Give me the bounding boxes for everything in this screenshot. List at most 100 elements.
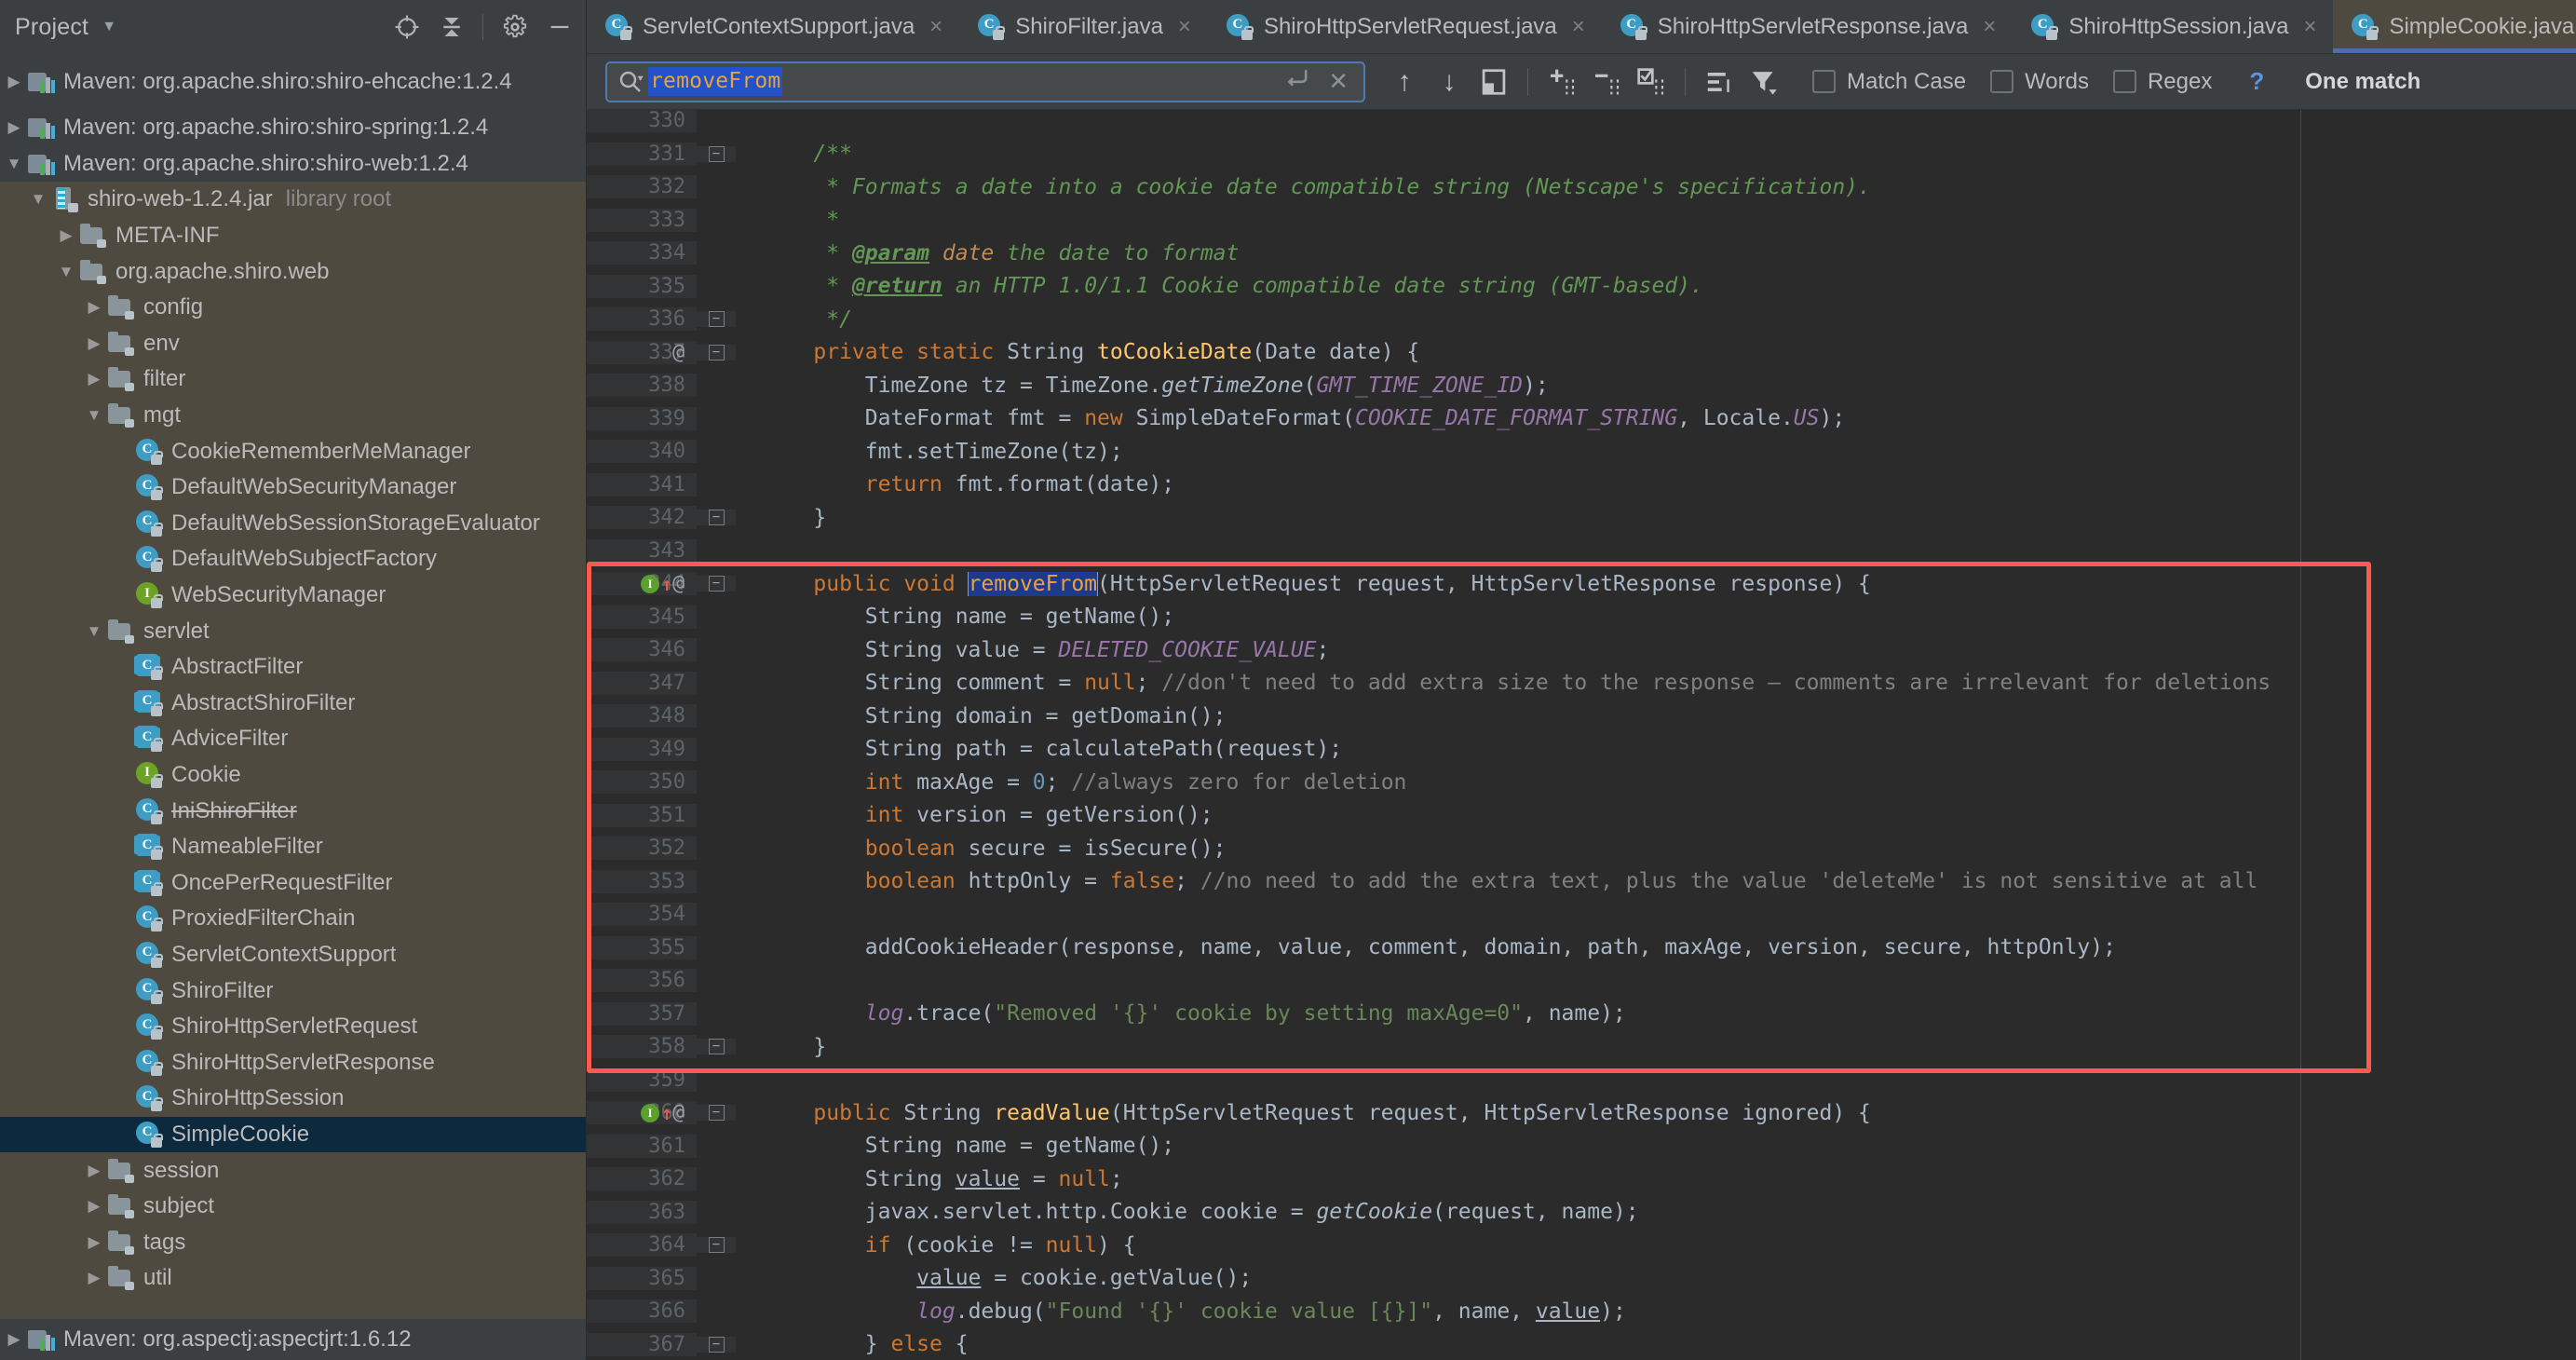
search-input[interactable]: removeFrom ✕ <box>605 61 1365 102</box>
override-annotation-icon[interactable]: @ <box>672 1101 685 1124</box>
tree-row-session[interactable]: ▶ session <box>0 1152 586 1189</box>
code-line[interactable]: 358− } <box>587 1030 2576 1064</box>
tree-row-advicefilter[interactable]: C AdviceFilter <box>0 721 586 757</box>
code-text[interactable]: String value = null; <box>736 1167 2576 1191</box>
locate-icon[interactable] <box>393 13 421 41</box>
help-icon[interactable]: ? <box>2249 67 2264 96</box>
fold-gutter[interactable]: − <box>697 510 736 526</box>
code-line[interactable]: 337 @ − private static String toCookieDate… <box>587 336 2576 370</box>
expand-arrow-icon[interactable]: ▶ <box>80 334 108 353</box>
code-line[interactable]: 354 <box>587 898 2576 932</box>
tree-row-aspectjrt[interactable]: ▶ Maven: org.aspectj:aspectjrt:1.6.12 <box>0 1319 586 1360</box>
tree-row-abstractfilter[interactable]: C AbstractFilter <box>0 649 586 686</box>
tree-row-util[interactable]: ▶ util <box>0 1260 586 1297</box>
expand-arrow-icon[interactable]: ▶ <box>80 298 108 317</box>
fold-gutter[interactable]: − <box>697 1336 736 1353</box>
code-text[interactable]: public String readValue(HttpServletReque… <box>736 1101 2576 1125</box>
editor-tab-shirohttpsession[interactable]: C ShiroHttpSession.java × <box>2013 0 2333 53</box>
code-text[interactable]: javax.servlet.http.Cookie cookie = getCo… <box>736 1200 2576 1224</box>
tree-row-subject[interactable]: ▶ subject <box>0 1189 586 1225</box>
code-text[interactable]: boolean secure = isSecure(); <box>736 836 2576 861</box>
hide-panel-icon[interactable] <box>547 14 573 40</box>
code-text[interactable]: addCookieHeader(response, name, value, c… <box>736 935 2576 959</box>
code-text[interactable]: DateFormat fmt = new SimpleDateFormat(CO… <box>736 406 2576 430</box>
tree-row-filter[interactable]: ▶ filter <box>0 361 586 398</box>
tree-row-config[interactable]: ▶ config <box>0 290 586 326</box>
code-line[interactable]: 363 javax.servlet.http.Cookie cookie = g… <box>587 1196 2576 1230</box>
fold-gutter[interactable]: − <box>697 344 736 360</box>
tree-row-shiro-spring[interactable]: ▶ Maven: org.apache.shiro:shiro-spring:1… <box>0 110 586 146</box>
remove-selection-icon[interactable] <box>1584 61 1629 103</box>
find-previous-button[interactable]: ↑ <box>1382 61 1427 103</box>
editor-tab-shirohttpservletrequest[interactable]: C ShiroHttpServletRequest.java × <box>1208 0 1602 53</box>
tree-row-servletcontextsupport[interactable]: C ServletContextSupport <box>0 937 586 973</box>
tree-row-jar[interactable]: ▼ shiro-web-1.2.4.jar library root <box>0 182 586 218</box>
expand-arrow-icon[interactable]: ▶ <box>0 118 28 137</box>
code-line[interactable]: 360 I ↑ @ − public String readValue(HttpServ… <box>587 1096 2576 1130</box>
code-line[interactable]: 346 String value = DELETED_COOKIE_VALUE; <box>587 633 2576 667</box>
code-text[interactable]: String name = getName(); <box>736 605 2576 629</box>
tree-row-defaultwebsubjectfactory[interactable]: C DefaultWebSubjectFactory <box>0 541 586 578</box>
scope-icon[interactable] <box>1697 61 1742 103</box>
close-icon[interactable]: × <box>1983 14 1996 40</box>
filter-funnel-icon[interactable] <box>1742 61 1786 103</box>
code-text[interactable]: TimeZone tz = TimeZone.getTimeZone(GMT_T… <box>736 374 2576 398</box>
code-text[interactable]: } else { <box>736 1332 2576 1356</box>
implementing-method-icon[interactable]: I ↑ <box>641 574 672 593</box>
fold-gutter[interactable]: − <box>697 311 736 328</box>
code-text[interactable]: */ <box>736 307 2576 332</box>
code-line[interactable]: 355 addCookieHeader(response, name, valu… <box>587 932 2576 965</box>
search-history-icon[interactable] <box>1272 66 1321 97</box>
code-line[interactable]: 348 String domain = getDomain(); <box>587 700 2576 733</box>
fold-end-icon[interactable]: − <box>708 1336 725 1353</box>
code-text[interactable]: * <box>736 208 2576 232</box>
code-line[interactable]: 359 <box>587 1064 2576 1097</box>
add-selection-icon[interactable] <box>1539 61 1584 103</box>
collapse-arrow-icon[interactable]: ▼ <box>0 155 28 173</box>
code-line[interactable]: 362 String value = null; <box>587 1163 2576 1196</box>
search-magnifier-icon[interactable] <box>617 68 648 96</box>
tree-row-websecuritymanager[interactable]: I WebSecurityManager <box>0 578 586 614</box>
fold-end-icon[interactable]: − <box>708 510 725 526</box>
checkbox-box[interactable] <box>1812 70 1836 93</box>
override-annotation-icon[interactable]: @ <box>672 341 685 364</box>
tree-row-tags[interactable]: ▶ tags <box>0 1224 586 1260</box>
tree-row-onceperrequestfilter[interactable]: C OncePerRequestFilter <box>0 864 586 901</box>
code-editor[interactable]: 330 331− /** 332 * Formats a date into a c… <box>587 110 2576 1360</box>
tree-row-shirohttpsession[interactable]: C ShiroHttpSession <box>0 1081 586 1117</box>
code-line[interactable]: 331− /** <box>587 138 2576 171</box>
code-text[interactable]: int maxAge = 0; //always zero for deleti… <box>736 770 2576 795</box>
code-line[interactable]: 352 boolean secure = isSecure(); <box>587 832 2576 865</box>
tree-row-shirofilter[interactable]: C ShiroFilter <box>0 972 586 1009</box>
match-case-checkbox[interactable]: Match Case <box>1812 69 1966 95</box>
code-text[interactable]: } <box>736 506 2576 530</box>
code-text[interactable]: private static String toCookieDate(Date … <box>736 340 2576 364</box>
code-text[interactable]: String comment = null; //don't need to a… <box>736 671 2576 695</box>
code-text[interactable]: log.trace("Removed '{}' cookie by settin… <box>736 1001 2576 1026</box>
select-all-occurrences-icon[interactable] <box>1629 61 1674 103</box>
fold-collapse-icon[interactable]: − <box>708 1105 725 1122</box>
code-line[interactable]: 334 * @param date the date to format <box>587 237 2576 270</box>
words-checkbox[interactable]: Words <box>1990 69 2089 95</box>
editor-tab-simplecookie[interactable]: C SimpleCookie.java × <box>2333 0 2576 53</box>
chevron-down-icon[interactable]: ▼ <box>102 20 116 34</box>
code-text[interactable]: int version = getVersion(); <box>736 803 2576 827</box>
code-line[interactable]: 335 * @return an HTTP 1.0/1.1 Cookie com… <box>587 270 2576 304</box>
expand-arrow-icon[interactable]: ▶ <box>80 1162 108 1180</box>
tree-row[interactable]: ▶ Maven: org.apache.shiro:shiro-ehcache:… <box>0 54 586 110</box>
code-line[interactable]: 338 TimeZone tz = TimeZone.getTimeZone(G… <box>587 369 2576 402</box>
project-tree[interactable]: ▶ Maven: org.apache.shiro:shiro-spring:1… <box>0 110 587 1360</box>
tree-row-nameablefilter[interactable]: C NameableFilter <box>0 829 586 865</box>
collapse-arrow-icon[interactable]: ▼ <box>24 190 52 209</box>
expand-arrow-icon[interactable]: ▶ <box>80 1269 108 1287</box>
checkbox-box[interactable] <box>2112 70 2136 93</box>
code-line[interactable]: 332 * Formats a date into a cookie date … <box>587 170 2576 204</box>
code-line[interactable]: 356 <box>587 964 2576 998</box>
code-line[interactable]: 330 <box>587 110 2576 138</box>
collapse-all-icon[interactable] <box>440 13 464 41</box>
fold-gutter[interactable]: − <box>697 145 736 162</box>
tree-row-shirohttpservletresponse[interactable]: C ShiroHttpServletResponse <box>0 1044 586 1081</box>
fold-end-icon[interactable]: − <box>708 311 725 328</box>
tree-row-meta-inf[interactable]: ▶ META-INF <box>0 218 586 254</box>
editor-tab-shirofilter[interactable]: C ShiroFilter.java × <box>959 0 1208 53</box>
